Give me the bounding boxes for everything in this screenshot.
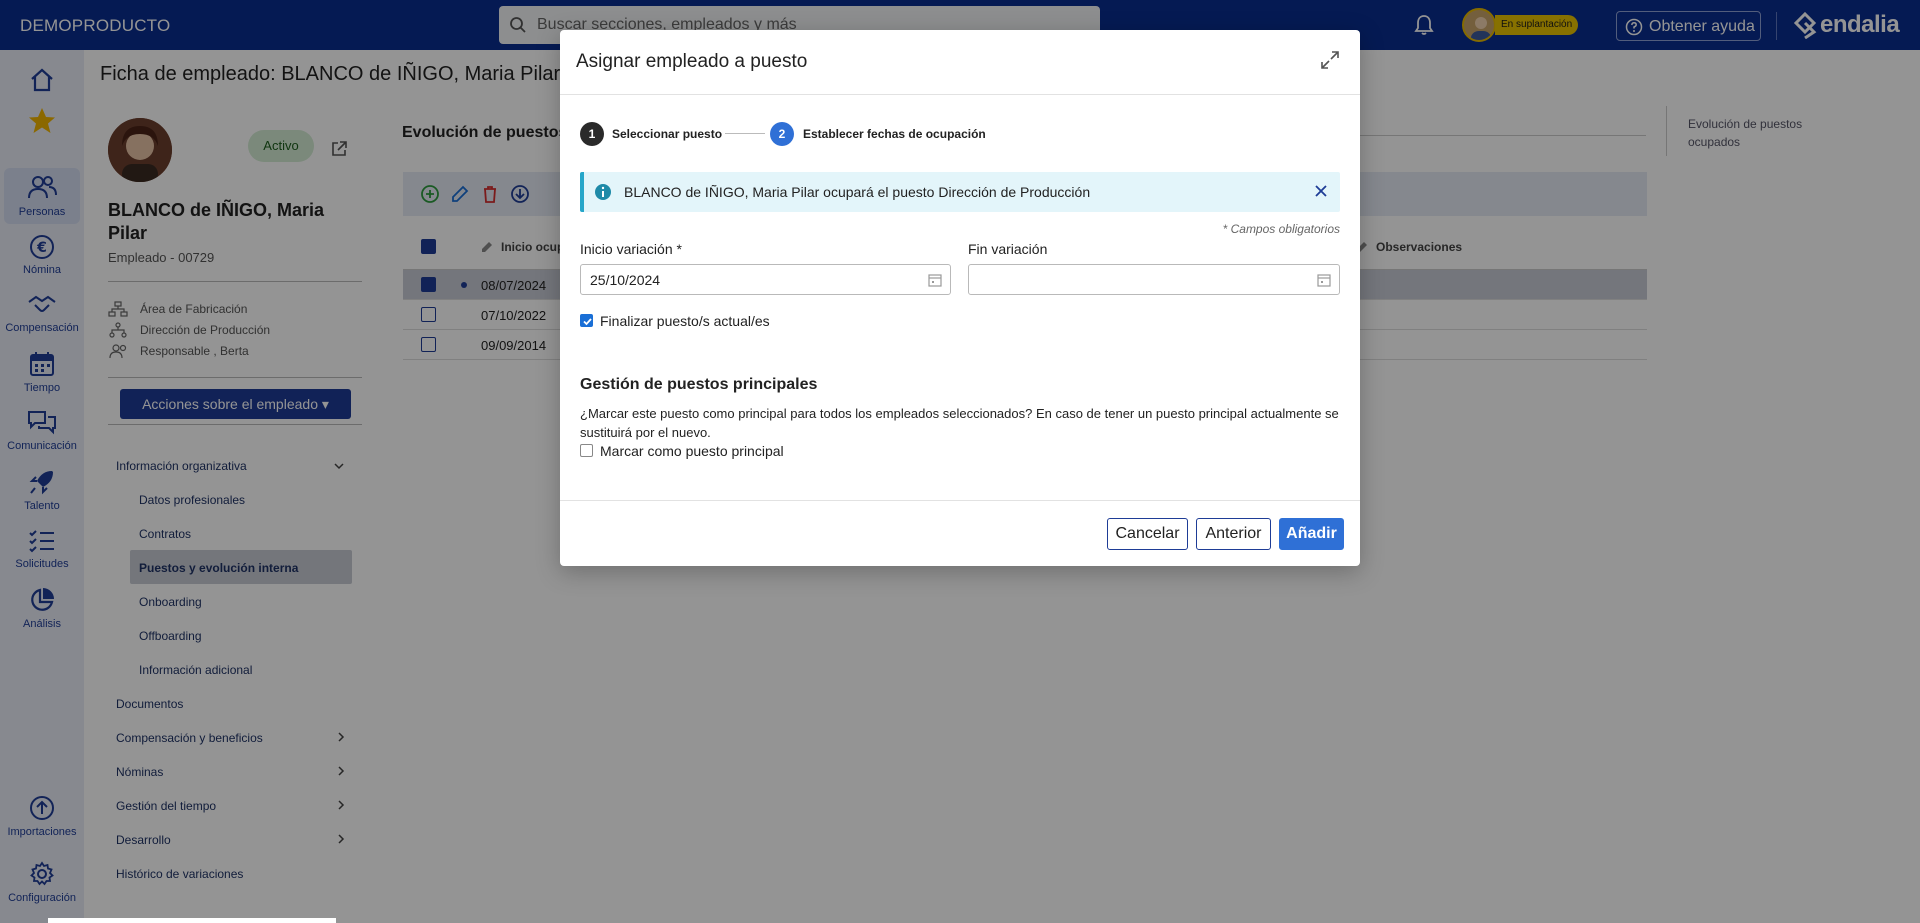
end-date-input[interactable]	[968, 264, 1340, 295]
principal-label[interactable]: Marcar como puesto principal	[600, 443, 784, 459]
finalize-label[interactable]: Finalizar puesto/s actual/es	[600, 313, 770, 329]
assign-position-modal: Asignar empleado a puesto 1 Seleccionar …	[560, 30, 1360, 566]
step-2-number[interactable]: 2	[770, 122, 794, 146]
expand-icon[interactable]	[1320, 50, 1340, 70]
start-date-value: 25/10/2024	[590, 272, 661, 288]
step-1-number[interactable]: 1	[580, 122, 604, 146]
principal-section-desc: ¿Marcar este puesto como principal para …	[580, 406, 1339, 440]
calendar-icon[interactable]	[928, 273, 942, 287]
step-1-label[interactable]: Seleccionar puesto	[612, 127, 722, 141]
modal-title: Asignar empleado a puesto	[576, 51, 808, 72]
required-note: * Campos obligatorios	[1222, 222, 1340, 236]
principal-checkbox[interactable]	[580, 444, 593, 457]
calendar-icon[interactable]	[1317, 273, 1331, 287]
end-date-label: Fin variación	[968, 241, 1048, 257]
finalize-checkbox[interactable]	[580, 314, 593, 327]
info-alert: BLANCO de IÑIGO, Maria Pilar ocupará el …	[580, 172, 1340, 212]
principal-section-title: Gestión de puestos principales	[580, 376, 818, 393]
stepper-connector	[725, 133, 765, 134]
cancel-button[interactable]: Cancelar	[1107, 518, 1188, 550]
previous-button[interactable]: Anterior	[1196, 518, 1271, 550]
step-2-label[interactable]: Establecer fechas de ocupación	[803, 127, 986, 141]
info-icon	[594, 183, 612, 201]
info-text: BLANCO de IÑIGO, Maria Pilar ocupará el …	[624, 184, 1091, 200]
start-date-input[interactable]: 25/10/2024	[580, 264, 951, 295]
horizontal-scrollbar[interactable]	[48, 918, 336, 923]
start-date-label: Inicio variación *	[580, 241, 682, 257]
modal-footer-divider	[560, 500, 1360, 501]
modal-header-divider	[560, 94, 1360, 95]
close-alert-icon[interactable]	[1314, 184, 1328, 198]
add-button[interactable]: Añadir	[1279, 518, 1344, 550]
